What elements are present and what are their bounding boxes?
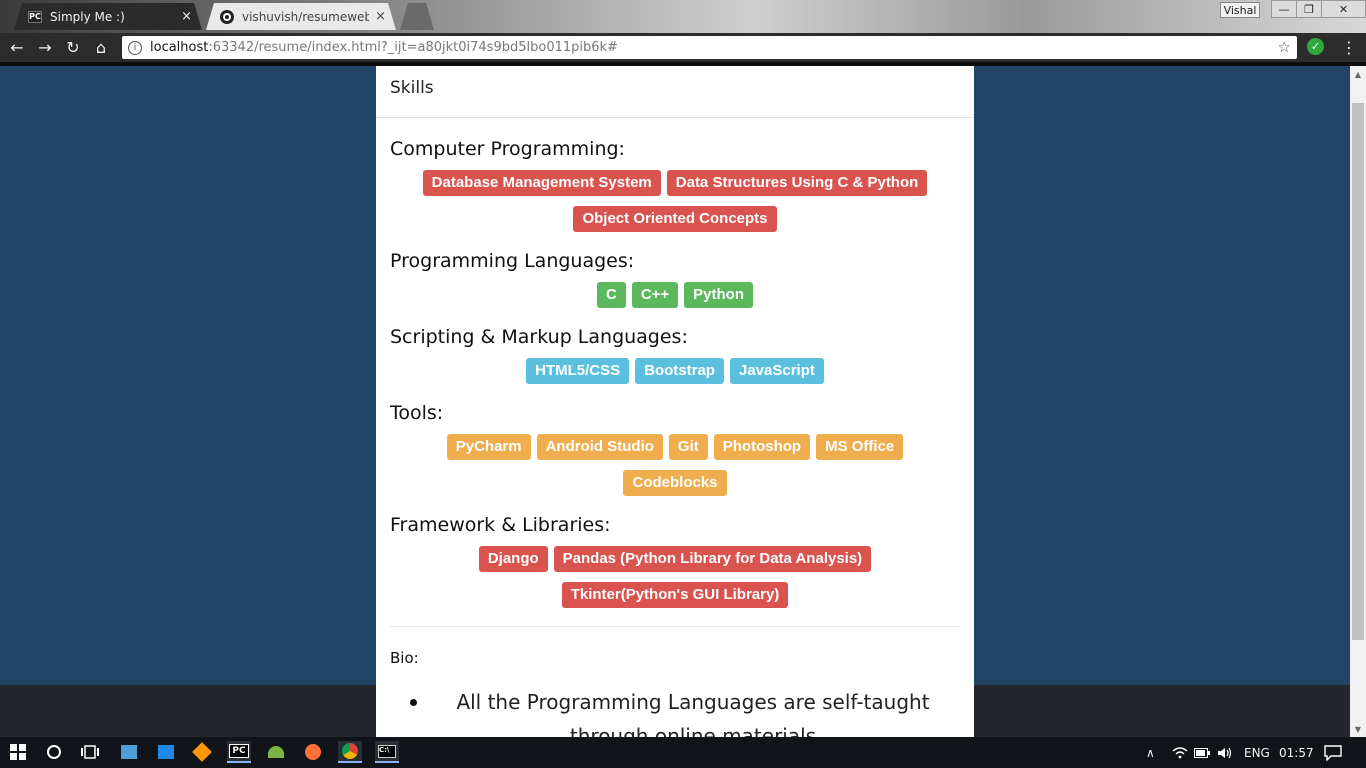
pycharm-taskbar-icon[interactable]: PC bbox=[227, 741, 251, 763]
skill-badge-group: Django Pandas (Python Library for Data An… bbox=[390, 546, 960, 618]
wifi-icon[interactable] bbox=[1172, 737, 1188, 768]
skill-badge: Django bbox=[478, 546, 548, 572]
minimize-button[interactable]: — bbox=[1271, 0, 1297, 18]
skill-badge: PyCharm bbox=[446, 434, 531, 460]
skill-badge: Python bbox=[684, 282, 754, 308]
info-icon[interactable]: i bbox=[128, 40, 142, 55]
skill-badge: Pandas (Python Library for Data Analysis… bbox=[553, 546, 872, 572]
chrome-icon[interactable] bbox=[338, 741, 362, 763]
scroll-thumb[interactable] bbox=[1352, 103, 1364, 640]
clock[interactable]: 01:57 bbox=[1279, 737, 1314, 768]
browser-tab-strip: PC Simply Me :) × vishuvish/resumewebsit… bbox=[0, 0, 1366, 33]
tab-simply-me[interactable]: PC Simply Me :) × bbox=[14, 3, 202, 30]
skill-badge: Bootstrap bbox=[635, 358, 724, 384]
bio-list: All the Programming Languages are self-t… bbox=[390, 685, 960, 737]
skills-panel: Skills Computer Programming: Database Man… bbox=[376, 66, 974, 737]
command-prompt-icon[interactable]: C:\ bbox=[375, 741, 399, 763]
bio-list-item: All the Programming Languages are self-t… bbox=[390, 685, 960, 737]
skill-badge: Codeblocks bbox=[623, 470, 727, 496]
skill-category-title: Tools: bbox=[390, 402, 444, 424]
back-arrow-icon[interactable]: ← bbox=[6, 36, 28, 58]
skill-badge-group: PyCharm Android Studio Git Photoshop MS Offi… bbox=[390, 434, 960, 506]
skill-badge: JavaScript bbox=[729, 358, 824, 384]
skill-badge: MS Office bbox=[816, 434, 904, 460]
bio-label: Bio: bbox=[390, 649, 419, 667]
extension-check-icon[interactable]: ✓ bbox=[1307, 38, 1324, 55]
taskbar-app-icon[interactable] bbox=[154, 741, 178, 763]
skill-badge: C++ bbox=[631, 282, 679, 308]
skill-badge: Database Management System bbox=[422, 170, 661, 196]
skill-badge-group: C C++ Python bbox=[390, 282, 960, 318]
address-bar[interactable]: i localhost :63342/resume/index.html?_ij… bbox=[122, 36, 1297, 59]
new-tab-button[interactable] bbox=[400, 3, 434, 30]
battery-icon[interactable] bbox=[1194, 737, 1210, 768]
skill-badge: Object Oriented Concepts bbox=[573, 206, 777, 232]
skill-category-title: Scripting & Markup Languages: bbox=[390, 326, 688, 348]
tray-chevron-icon[interactable]: ∧ bbox=[1146, 737, 1155, 768]
restore-button[interactable]: ❐ bbox=[1296, 0, 1322, 18]
page-viewport: Skills Computer Programming: Database Man… bbox=[0, 66, 1350, 737]
page-scrollbar[interactable]: ▲ ▼ bbox=[1350, 66, 1366, 737]
bullet-icon bbox=[410, 699, 417, 706]
home-icon[interactable]: ⌂ bbox=[90, 36, 112, 58]
url-path: :63342/resume/index.html?_ijt=a80jkt0i74… bbox=[208, 40, 618, 55]
firefox-icon[interactable] bbox=[301, 741, 325, 763]
notifications-icon[interactable] bbox=[1324, 737, 1342, 768]
android-studio-icon[interactable] bbox=[264, 741, 288, 763]
skill-badge-group: Database Management System Data Structure… bbox=[390, 170, 960, 242]
windows-taskbar: PC C:\ ∧ ENG 01:57 bbox=[0, 737, 1366, 768]
skill-badge: Git bbox=[668, 434, 708, 460]
skill-badge: HTML5/CSS bbox=[526, 358, 630, 384]
url-host: localhost bbox=[150, 40, 209, 55]
forward-arrow-icon[interactable]: → bbox=[34, 36, 56, 58]
volume-icon[interactable] bbox=[1217, 737, 1233, 768]
scroll-up-icon[interactable]: ▲ bbox=[1350, 66, 1366, 82]
scroll-down-icon[interactable]: ▼ bbox=[1350, 721, 1366, 737]
windows-start-icon[interactable] bbox=[6, 741, 30, 763]
reload-icon[interactable]: ↻ bbox=[62, 36, 84, 58]
pycharm-favicon-icon: PC bbox=[29, 12, 41, 21]
skill-category-title: Programming Languages: bbox=[390, 250, 635, 272]
task-view-icon[interactable] bbox=[78, 741, 102, 763]
skill-badge-group: HTML5/CSS Bootstrap JavaScript bbox=[390, 358, 960, 394]
search-circle-icon[interactable] bbox=[42, 741, 66, 763]
taskbar-app-icon[interactable] bbox=[117, 741, 141, 763]
panel-body: Computer Programming: Database Management… bbox=[376, 118, 974, 737]
close-window-button[interactable]: ✕ bbox=[1321, 0, 1366, 18]
github-favicon-icon bbox=[220, 10, 234, 24]
language-indicator[interactable]: ENG bbox=[1244, 737, 1270, 768]
tab-close-icon[interactable]: × bbox=[375, 9, 386, 24]
browser-toolbar: ← → ↻ ⌂ i localhost :63342/resume/index.… bbox=[0, 33, 1366, 62]
skill-category-title: Computer Programming: bbox=[390, 138, 625, 160]
skill-badge: C bbox=[596, 282, 626, 308]
tab-title: vishuvish/resumewebsite bbox=[242, 9, 370, 24]
skill-badge: Android Studio bbox=[536, 434, 663, 460]
panel-heading: Skills bbox=[376, 66, 974, 118]
skill-category-title: Framework & Libraries: bbox=[390, 514, 611, 536]
tab-github-resumewebsite[interactable]: vishuvish/resumewebsite × bbox=[206, 3, 396, 30]
bookmark-star-icon[interactable]: ☆ bbox=[1278, 38, 1291, 56]
browser-menu-icon[interactable]: ⋮ bbox=[1340, 36, 1358, 58]
tab-title: Simply Me :) bbox=[50, 9, 125, 24]
tab-close-icon[interactable]: × bbox=[181, 9, 192, 24]
section-divider bbox=[390, 626, 960, 627]
taskbar-app-icon[interactable] bbox=[190, 741, 214, 763]
skill-badge: Tkinter(Python's GUI Library) bbox=[561, 582, 789, 608]
bio-text: All the Programming Languages are self-t… bbox=[456, 690, 930, 737]
profile-button[interactable]: Vishal bbox=[1220, 2, 1260, 18]
skill-badge: Photoshop bbox=[713, 434, 811, 460]
skill-badge: Data Structures Using C & Python bbox=[666, 170, 928, 196]
